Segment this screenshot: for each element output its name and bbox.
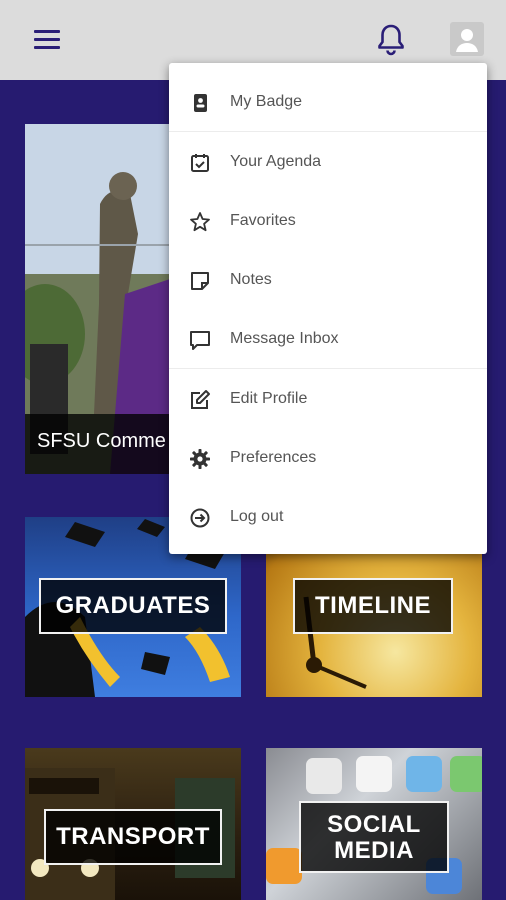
social-text-line1: SOCIAL (327, 811, 421, 838)
menu-item-label: My Badge (230, 93, 303, 110)
social-media-label: SOCIAL MEDIA (299, 801, 449, 873)
timeline-text: TIMELINE (315, 592, 431, 619)
logout-icon (189, 507, 211, 529)
menu-item-message-inbox[interactable]: Message Inbox (169, 310, 487, 368)
hero-caption: SFSU Comme (37, 430, 166, 452)
menu-item-label: Message Inbox (230, 330, 339, 347)
bell-icon[interactable] (372, 20, 410, 60)
star-icon (189, 211, 211, 233)
social-text-line2: MEDIA (334, 837, 414, 864)
transport-tile[interactable]: TRANSPORT (25, 748, 241, 900)
transport-text: TRANSPORT (56, 823, 210, 850)
menu-item-label: Favorites (230, 212, 296, 229)
timeline-label: TIMELINE (293, 578, 453, 634)
menu-item-notes[interactable]: Notes (169, 251, 487, 309)
menu-item-my-badge[interactable]: My Badge (169, 73, 487, 131)
social-media-tile[interactable]: SOCIAL MEDIA (266, 748, 482, 900)
menu-item-label: Your Agenda (230, 153, 322, 170)
transport-label: TRANSPORT (44, 809, 222, 865)
gear-icon (189, 448, 211, 470)
graduates-text: GRADUATES (55, 592, 211, 619)
note-icon (189, 270, 211, 292)
menu-divider (169, 131, 487, 132)
menu-item-preferences[interactable]: Preferences (169, 429, 487, 487)
menu-divider (169, 368, 487, 369)
badge-icon (189, 92, 211, 114)
menu-item-label: Preferences (230, 449, 317, 466)
menu-item-label: Notes (230, 271, 272, 288)
edit-icon (189, 389, 211, 411)
menu-item-favorites[interactable]: Favorites (169, 192, 487, 250)
menu-item-label: Edit Profile (230, 390, 308, 407)
menu-item-label: Log out (230, 508, 284, 525)
calendar-check-icon (189, 152, 211, 174)
hamburger-menu-icon[interactable] (26, 22, 70, 58)
menu-item-log-out[interactable]: Log out (169, 488, 487, 546)
menu-item-edit-profile[interactable]: Edit Profile (169, 370, 487, 428)
message-icon (189, 329, 211, 351)
user-dropdown-menu: My Badge Your Agenda Favorites Notes Mes… (169, 63, 487, 554)
graduates-label: GRADUATES (39, 578, 227, 634)
menu-item-your-agenda[interactable]: Your Agenda (169, 133, 487, 191)
user-avatar-icon[interactable] (450, 22, 484, 56)
